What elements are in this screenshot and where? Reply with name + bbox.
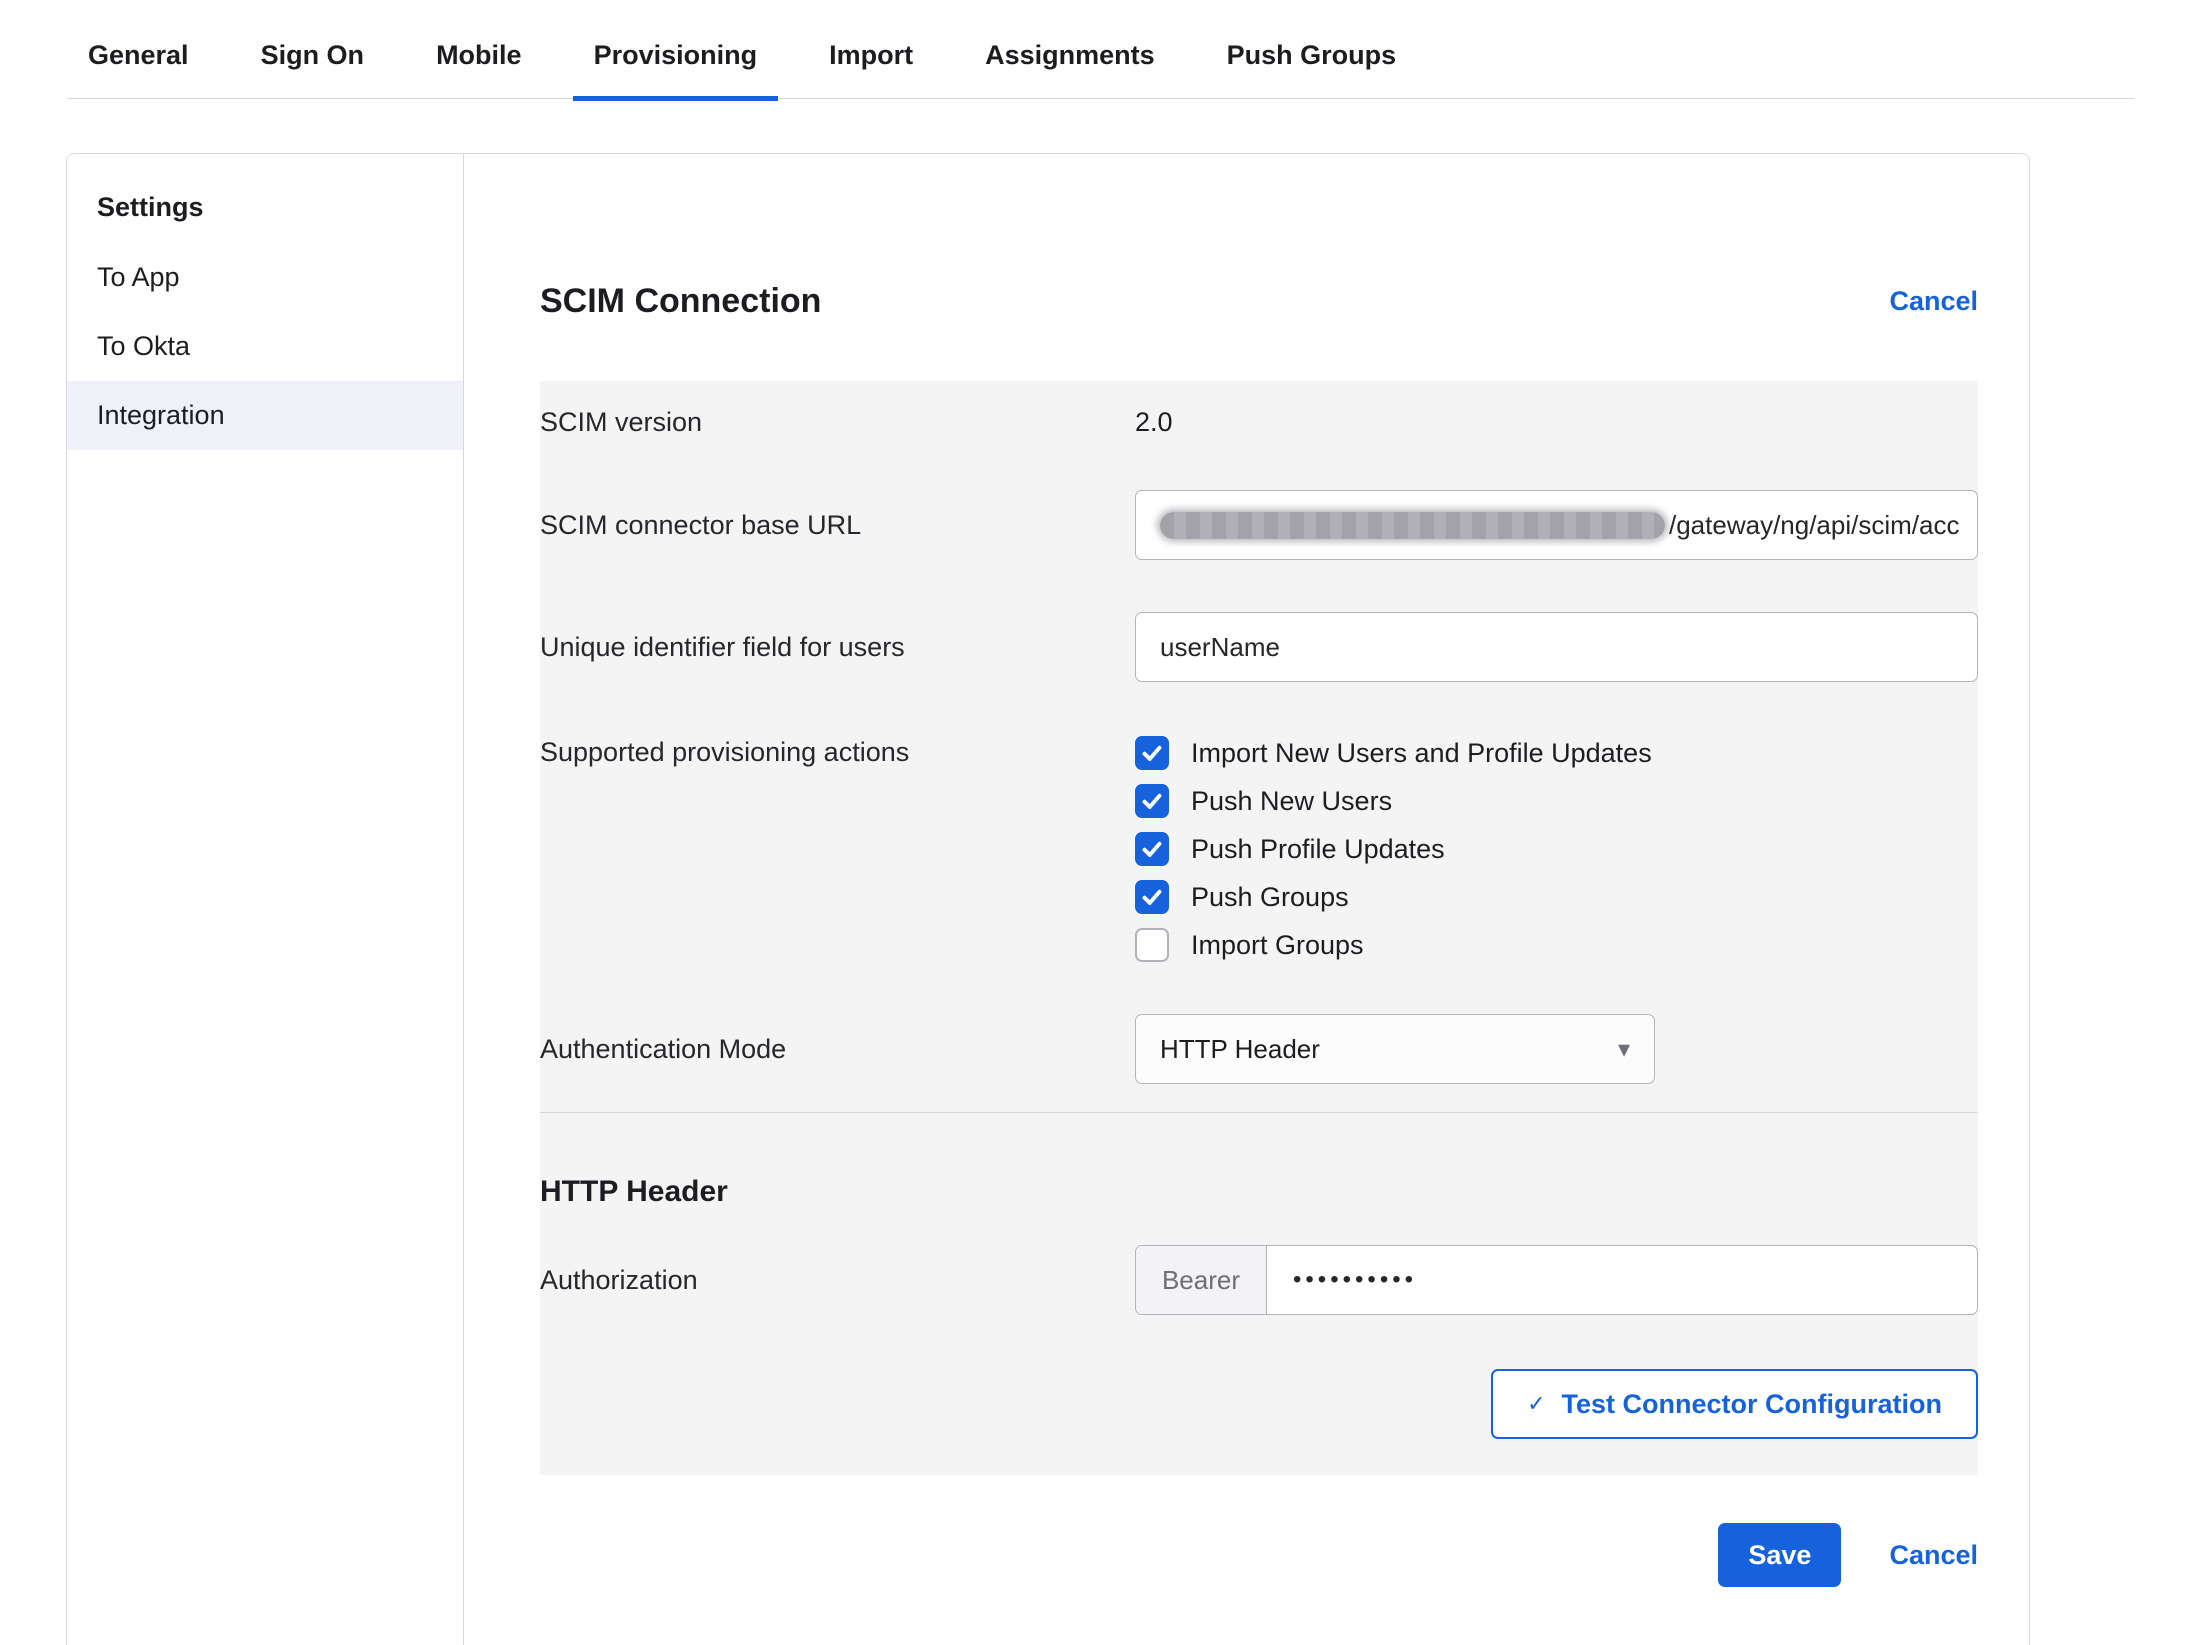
checkbox-icon (1135, 736, 1169, 770)
sidebar-item-to-app[interactable]: To App (67, 243, 463, 312)
checkbox-push-groups[interactable]: Push Groups (1135, 880, 1978, 914)
unique-identifier-label: Unique identifier field for users (540, 632, 1135, 663)
check-icon: ✓ (1527, 1391, 1545, 1417)
checkbox-icon (1135, 928, 1169, 962)
unique-identifier-input[interactable] (1135, 612, 1978, 682)
test-connector-row: ✓ Test Connector Configuration (540, 1341, 1978, 1439)
checkbox-label: Push Profile Updates (1191, 834, 1445, 865)
scim-connection-content: SCIM Connection Cancel SCIM version 2.0 … (464, 154, 2029, 1645)
checkbox-label: Push Groups (1191, 882, 1349, 913)
form-row-provisioning-actions: Supported provisioning actions Import Ne… (540, 708, 1978, 988)
footer-actions: Save Cancel (540, 1523, 1978, 1587)
redacted-url-segment (1160, 512, 1665, 539)
content-header: SCIM Connection Cancel (540, 282, 1978, 321)
app-tab-bar: General Sign On Mobile Provisioning Impo… (67, 0, 2134, 99)
sidebar-item-integration[interactable]: Integration (67, 381, 463, 450)
scim-base-url-input[interactable]: /gateway/ng/api/scim/acc (1135, 490, 1978, 560)
select-value: HTTP Header (1160, 1034, 1320, 1065)
cancel-link-header[interactable]: Cancel (1889, 286, 1978, 317)
scim-version-label: SCIM version (540, 407, 1135, 438)
scim-connection-form: SCIM version 2.0 SCIM connector base URL… (540, 381, 1978, 1475)
bearer-prefix: Bearer (1136, 1246, 1267, 1314)
authorization-token-input[interactable]: •••••••••• (1267, 1246, 1977, 1314)
authorization-input-group: Bearer •••••••••• (1135, 1245, 1978, 1315)
test-connector-label: Test Connector Configuration (1562, 1389, 1942, 1420)
url-visible-text: /gateway/ng/api/scim/acc (1669, 510, 1959, 541)
cancel-link-footer[interactable]: Cancel (1889, 1540, 1978, 1571)
checkbox-import-groups[interactable]: Import Groups (1135, 928, 1978, 962)
form-row-base-url: SCIM connector base URL /gateway/ng/api/… (540, 464, 1978, 586)
checkbox-label: Push New Users (1191, 786, 1392, 817)
scim-version-field: 2.0 (1135, 407, 1978, 438)
form-row-scim-version: SCIM version 2.0 (540, 381, 1978, 464)
settings-sidebar: Settings To App To Okta Integration (67, 154, 464, 1645)
authentication-mode-label: Authentication Mode (540, 1034, 1135, 1065)
unique-identifier-field (1135, 612, 1978, 682)
authentication-mode-select[interactable]: HTTP Header ▾ (1135, 1014, 1655, 1084)
scim-version-value: 2.0 (1135, 407, 1173, 437)
tab-general[interactable]: General (67, 0, 210, 101)
tab-import[interactable]: Import (808, 0, 934, 101)
tab-provisioning[interactable]: Provisioning (573, 0, 779, 101)
base-url-label: SCIM connector base URL (540, 510, 1135, 541)
tab-push-groups[interactable]: Push Groups (1206, 0, 1418, 101)
chevron-down-icon: ▾ (1618, 1035, 1630, 1064)
checkbox-icon (1135, 880, 1169, 914)
checkbox-label: Import New Users and Profile Updates (1191, 738, 1652, 769)
checkbox-push-profile-updates[interactable]: Push Profile Updates (1135, 832, 1978, 866)
checkbox-label: Import Groups (1191, 930, 1364, 961)
provisioning-actions-label: Supported provisioning actions (540, 734, 1135, 768)
provisioning-actions-list: Import New Users and Profile Updates Pus… (1135, 734, 1978, 962)
tab-mobile[interactable]: Mobile (415, 0, 543, 101)
form-row-unique-identifier: Unique identifier field for users (540, 586, 1978, 708)
sidebar-item-to-okta[interactable]: To Okta (67, 312, 463, 381)
tab-sign-on[interactable]: Sign On (240, 0, 386, 101)
checkbox-import-new-users[interactable]: Import New Users and Profile Updates (1135, 736, 1978, 770)
save-button[interactable]: Save (1718, 1523, 1841, 1587)
base-url-field: /gateway/ng/api/scim/acc (1135, 490, 1978, 560)
form-row-authentication-mode: Authentication Mode HTTP Header ▾ (540, 988, 1978, 1110)
checkbox-push-new-users[interactable]: Push New Users (1135, 784, 1978, 818)
form-row-authorization: Authorization Bearer •••••••••• (540, 1219, 1978, 1341)
page-title: SCIM Connection (540, 282, 821, 321)
authorization-label: Authorization (540, 1265, 1135, 1296)
provisioning-panel: Settings To App To Okta Integration SCIM… (66, 153, 2030, 1645)
checkbox-icon (1135, 784, 1169, 818)
http-header-section-title: HTTP Header (540, 1113, 1978, 1219)
tab-assignments[interactable]: Assignments (964, 0, 1176, 101)
authorization-field: Bearer •••••••••• (1135, 1245, 1978, 1315)
checkbox-icon (1135, 832, 1169, 866)
sidebar-title: Settings (67, 176, 463, 243)
test-connector-configuration-button[interactable]: ✓ Test Connector Configuration (1491, 1369, 1978, 1439)
authentication-mode-field: HTTP Header ▾ (1135, 1014, 1978, 1084)
